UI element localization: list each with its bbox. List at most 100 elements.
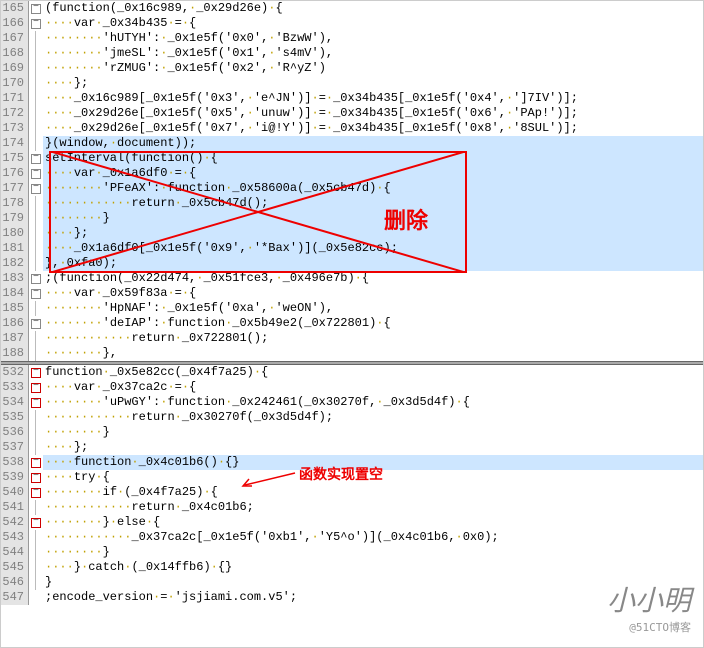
fold-marker[interactable] bbox=[29, 16, 43, 31]
fold-marker[interactable] bbox=[29, 485, 43, 500]
code-line[interactable]: 532 function·_0x5e82cc(_0x4f7a25)·{ bbox=[1, 365, 703, 380]
code-content[interactable]: ········'hUTYH':·_0x1e5f('0x0',·'BzwW'), bbox=[43, 31, 703, 46]
code-content[interactable]: ········'HpNAF':·_0x1e5f('0xa',·'weON'), bbox=[43, 301, 703, 316]
code-line[interactable]: 543 ············_0x37ca2c[_0x1e5f('0xb1'… bbox=[1, 530, 703, 545]
fold-marker[interactable] bbox=[29, 545, 43, 560]
code-line[interactable]: 174 }(window,·document)); bbox=[1, 136, 703, 151]
fold-marker[interactable] bbox=[29, 181, 43, 196]
code-line[interactable]: 165 (function(_0x16c989,·_0x29d26e)·{ bbox=[1, 1, 703, 16]
code-content[interactable]: ········'rZMUG':·_0x1e5f('0x2',·'R^yZ') bbox=[43, 61, 703, 76]
code-line[interactable]: 545 ····}·catch·(_0x14ffb6)·{} bbox=[1, 560, 703, 575]
fold-marker[interactable] bbox=[29, 316, 43, 331]
code-content[interactable]: }(window,·document)); bbox=[43, 136, 703, 151]
code-line[interactable]: 546 } bbox=[1, 575, 703, 590]
code-line[interactable]: 535 ············return·_0x30270f(_0x3d5d… bbox=[1, 410, 703, 425]
code-content[interactable]: ············_0x37ca2c[_0x1e5f('0xb1',·'Y… bbox=[43, 530, 703, 545]
fold-marker[interactable] bbox=[29, 380, 43, 395]
code-line[interactable]: 184 ····var·_0x59f83a·=·{ bbox=[1, 286, 703, 301]
code-content[interactable]: ········}·else·{ bbox=[43, 515, 703, 530]
code-content[interactable]: ········'deIAP':·function·_0x5b49e2(_0x7… bbox=[43, 316, 703, 331]
code-line[interactable]: 533 ····var·_0x37ca2c·=·{ bbox=[1, 380, 703, 395]
fold-marker[interactable] bbox=[29, 271, 43, 286]
fold-marker[interactable] bbox=[29, 226, 43, 241]
fold-marker[interactable] bbox=[29, 241, 43, 256]
code-content[interactable]: ;encode_version·=·'jsjiami.com.v5'; bbox=[43, 590, 703, 605]
code-content[interactable]: ····_0x29d26e[_0x1e5f('0x7',·'i@!Y')]·=·… bbox=[43, 121, 703, 136]
code-content[interactable]: ····}; bbox=[43, 76, 703, 91]
code-content[interactable]: ········} bbox=[43, 425, 703, 440]
code-line[interactable]: 166 ····var·_0x34b435·=·{ bbox=[1, 16, 703, 31]
code-content[interactable]: ············return·_0x30270f(_0x3d5d4f); bbox=[43, 410, 703, 425]
fold-marker[interactable] bbox=[29, 530, 43, 545]
code-line[interactable]: 544 ········} bbox=[1, 545, 703, 560]
code-line[interactable]: 541 ············return·_0x4c01b6; bbox=[1, 500, 703, 515]
fold-marker[interactable] bbox=[29, 365, 43, 380]
code-content[interactable]: ····var·_0x34b435·=·{ bbox=[43, 16, 703, 31]
fold-marker[interactable] bbox=[29, 455, 43, 470]
code-line[interactable]: 172 ····_0x29d26e[_0x1e5f('0x5',·'unuw')… bbox=[1, 106, 703, 121]
code-content[interactable]: ····var·_0x59f83a·=·{ bbox=[43, 286, 703, 301]
fold-marker[interactable] bbox=[29, 515, 43, 530]
fold-marker[interactable] bbox=[29, 121, 43, 136]
fold-marker[interactable] bbox=[29, 575, 43, 590]
code-content[interactable]: ····}·catch·(_0x14ffb6)·{} bbox=[43, 560, 703, 575]
code-line[interactable]: 542 ········}·else·{ bbox=[1, 515, 703, 530]
code-content[interactable]: ········'uPwGY':·function·_0x242461(_0x3… bbox=[43, 395, 703, 410]
fold-marker[interactable] bbox=[29, 46, 43, 61]
fold-marker[interactable] bbox=[29, 440, 43, 455]
fold-marker[interactable] bbox=[29, 301, 43, 316]
code-content[interactable]: ;(function(_0x22d474,·_0x51fce3,·_0x496e… bbox=[43, 271, 703, 286]
code-content[interactable]: ········}, bbox=[43, 346, 703, 361]
fold-marker[interactable] bbox=[29, 560, 43, 575]
code-content[interactable]: ····}; bbox=[43, 440, 703, 455]
code-line[interactable]: 540 ········if·(_0x4f7a25)·{ bbox=[1, 485, 703, 500]
fold-marker[interactable] bbox=[29, 470, 43, 485]
code-content[interactable]: ····_0x29d26e[_0x1e5f('0x5',·'unuw')]·=·… bbox=[43, 106, 703, 121]
code-line[interactable]: 173 ····_0x29d26e[_0x1e5f('0x7',·'i@!Y')… bbox=[1, 121, 703, 136]
code-line[interactable]: 187 ············return·_0x722801(); bbox=[1, 331, 703, 346]
code-line[interactable]: 188 ········}, bbox=[1, 346, 703, 361]
fold-marker[interactable] bbox=[29, 395, 43, 410]
fold-marker[interactable] bbox=[29, 286, 43, 301]
code-line[interactable]: 185 ········'HpNAF':·_0x1e5f('0xa',·'weO… bbox=[1, 301, 703, 316]
fold-marker[interactable] bbox=[29, 166, 43, 181]
code-line[interactable]: 171 ····_0x16c989[_0x1e5f('0x3',·'e^JN')… bbox=[1, 91, 703, 106]
fold-marker[interactable] bbox=[29, 590, 43, 605]
fold-marker[interactable] bbox=[29, 410, 43, 425]
code-line[interactable]: 186 ········'deIAP':·function·_0x5b49e2(… bbox=[1, 316, 703, 331]
code-line[interactable]: 537 ····}; bbox=[1, 440, 703, 455]
code-content[interactable]: ····_0x16c989[_0x1e5f('0x3',·'e^JN')]·=·… bbox=[43, 91, 703, 106]
code-content[interactable]: } bbox=[43, 575, 703, 590]
fold-marker[interactable] bbox=[29, 31, 43, 46]
fold-marker[interactable] bbox=[29, 500, 43, 515]
fold-marker[interactable] bbox=[29, 61, 43, 76]
code-line[interactable]: 167 ········'hUTYH':·_0x1e5f('0x0',·'Bzw… bbox=[1, 31, 703, 46]
code-area[interactable]: 165 (function(_0x16c989,·_0x29d26e)·{ 16… bbox=[1, 1, 703, 647]
code-line[interactable]: 169 ········'rZMUG':·_0x1e5f('0x2',·'R^y… bbox=[1, 61, 703, 76]
code-content[interactable]: ········if·(_0x4f7a25)·{ bbox=[43, 485, 703, 500]
fold-marker[interactable] bbox=[29, 1, 43, 16]
fold-marker[interactable] bbox=[29, 211, 43, 226]
code-line[interactable]: 168 ········'jmeSL':·_0x1e5f('0x1',·'s4m… bbox=[1, 46, 703, 61]
code-content[interactable]: ········'jmeSL':·_0x1e5f('0x1',·'s4mV'), bbox=[43, 46, 703, 61]
fold-marker[interactable] bbox=[29, 151, 43, 166]
code-content[interactable]: ············return·_0x4c01b6; bbox=[43, 500, 703, 515]
code-content[interactable]: function·_0x5e82cc(_0x4f7a25)·{ bbox=[43, 365, 703, 380]
fold-marker[interactable] bbox=[29, 196, 43, 211]
code-line[interactable]: 547 ;encode_version·=·'jsjiami.com.v5'; bbox=[1, 590, 703, 605]
code-content[interactable]: ············return·_0x722801(); bbox=[43, 331, 703, 346]
fold-marker[interactable] bbox=[29, 76, 43, 91]
code-content[interactable]: (function(_0x16c989,·_0x29d26e)·{ bbox=[43, 1, 703, 16]
code-line[interactable]: 536 ········} bbox=[1, 425, 703, 440]
fold-marker[interactable] bbox=[29, 331, 43, 346]
fold-marker[interactable] bbox=[29, 136, 43, 151]
fold-marker[interactable] bbox=[29, 106, 43, 121]
code-line[interactable]: 534 ········'uPwGY':·function·_0x242461(… bbox=[1, 395, 703, 410]
code-line[interactable]: 183 ;(function(_0x22d474,·_0x51fce3,·_0x… bbox=[1, 271, 703, 286]
code-content[interactable]: ········} bbox=[43, 545, 703, 560]
fold-marker[interactable] bbox=[29, 91, 43, 106]
code-line[interactable]: 170 ····}; bbox=[1, 76, 703, 91]
fold-marker[interactable] bbox=[29, 425, 43, 440]
fold-marker[interactable] bbox=[29, 256, 43, 271]
code-content[interactable]: ····var·_0x37ca2c·=·{ bbox=[43, 380, 703, 395]
